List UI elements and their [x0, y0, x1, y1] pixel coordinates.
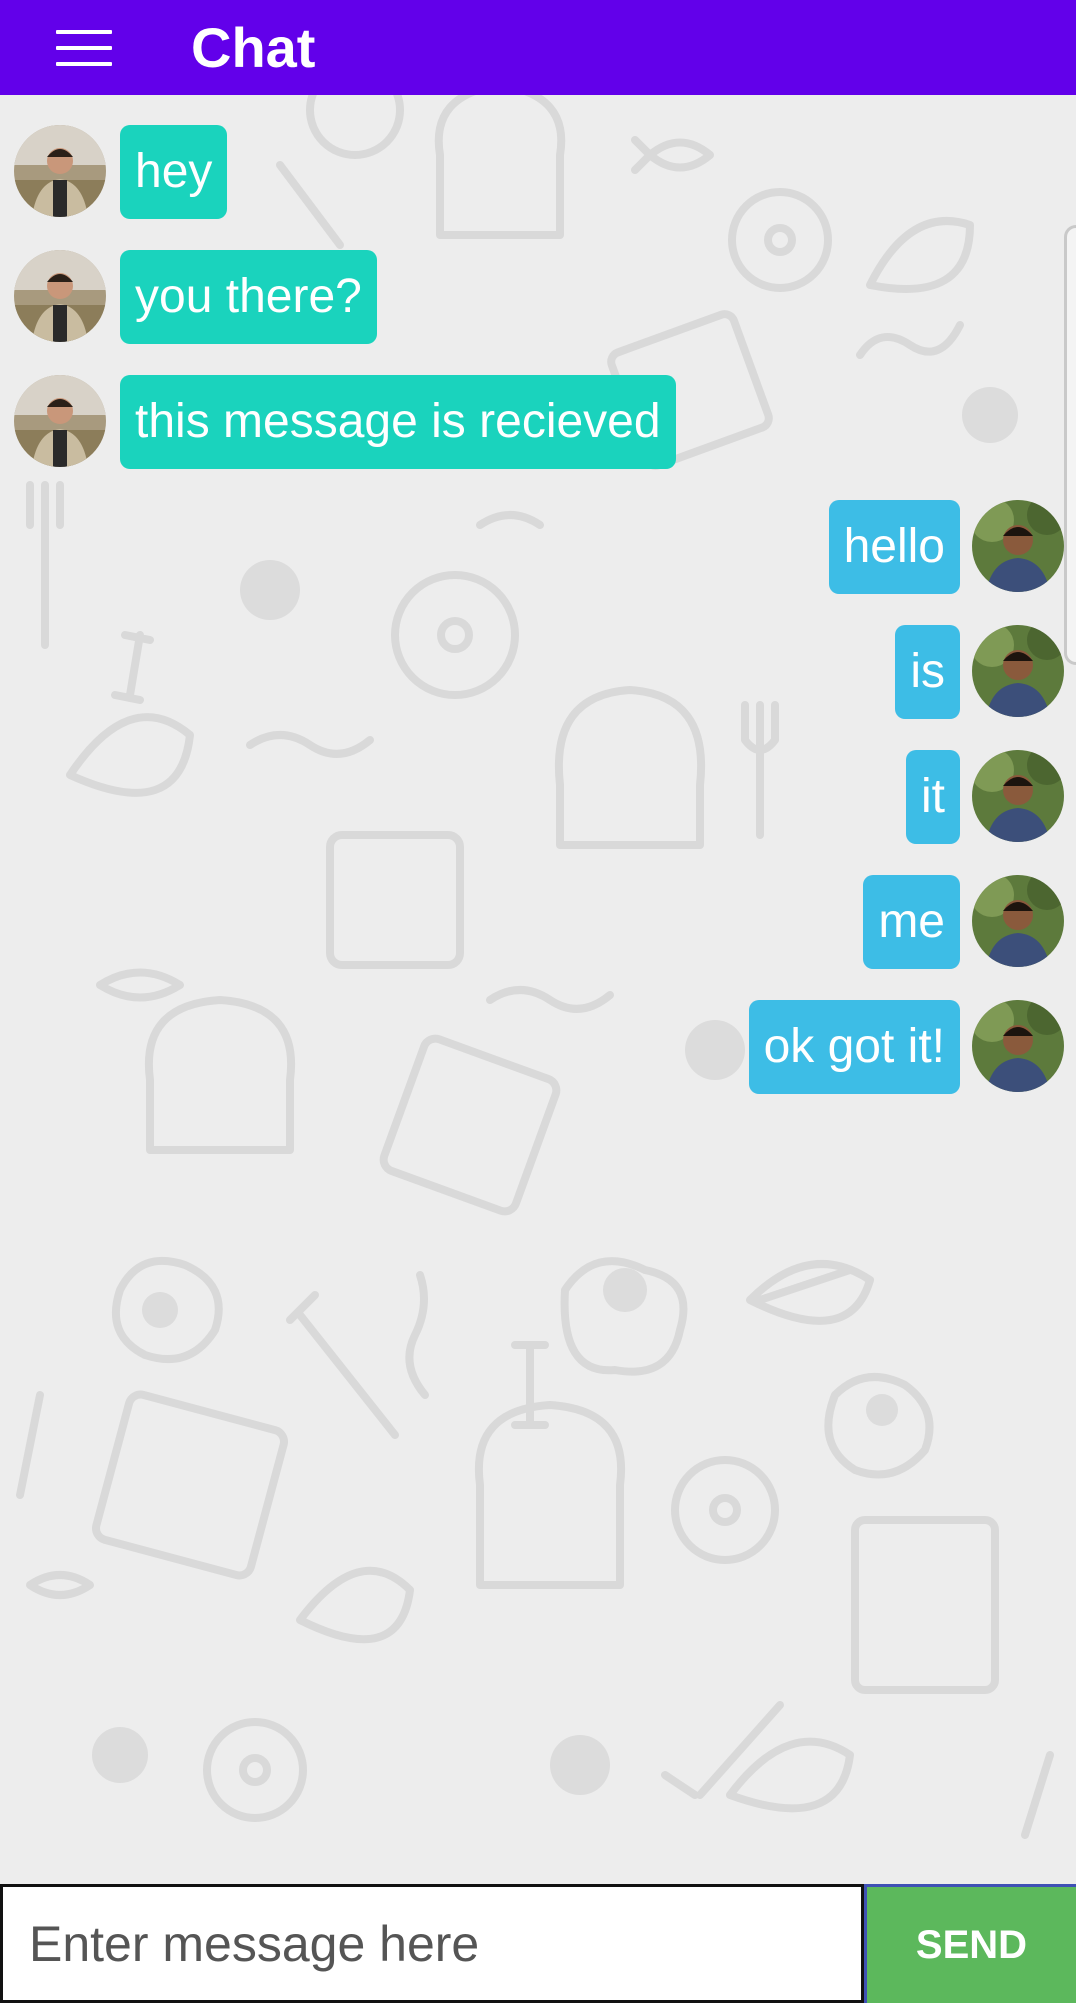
outgoing-message-bubble[interactable]: me — [863, 875, 960, 969]
message-row: hello — [0, 500, 1076, 594]
page-title: Chat — [191, 16, 316, 79]
message-row: it — [0, 750, 1076, 844]
user-avatar[interactable] — [972, 625, 1064, 717]
message-input[interactable] — [0, 1884, 864, 2003]
incoming-message-bubble[interactable]: this message is recieved — [120, 375, 676, 469]
hamburger-menu-icon[interactable] — [56, 30, 112, 66]
chat-message-list[interactable]: hey you there? this message is recieved … — [0, 95, 1076, 1884]
message-row: me — [0, 875, 1076, 969]
user-avatar[interactable] — [972, 1000, 1064, 1092]
incoming-message-bubble[interactable]: hey — [120, 125, 228, 219]
sender-avatar[interactable] — [14, 125, 106, 217]
message-row: hey — [0, 125, 1076, 219]
user-avatar[interactable] — [972, 750, 1064, 842]
sender-avatar[interactable] — [14, 375, 106, 467]
user-avatar[interactable] — [972, 875, 1064, 967]
outgoing-message-bubble[interactable]: it — [906, 750, 960, 844]
message-row: is — [0, 625, 1076, 719]
outgoing-message-bubble[interactable]: is — [895, 625, 960, 719]
user-avatar[interactable] — [972, 500, 1064, 592]
outgoing-message-bubble[interactable]: ok got it! — [748, 1000, 960, 1094]
message-row: ok got it! — [0, 1000, 1076, 1094]
doodle-background — [16, 95, 1054, 1839]
app-bar: Chat — [0, 0, 1076, 95]
sender-avatar[interactable] — [14, 250, 106, 342]
incoming-message-bubble[interactable]: you there? — [120, 250, 377, 344]
outgoing-message-bubble[interactable]: hello — [828, 500, 960, 594]
message-row: you there? — [0, 250, 1076, 344]
message-composer: SEND — [0, 1884, 1076, 2003]
send-button[interactable]: SEND — [864, 1884, 1076, 2003]
message-row: this message is recieved — [0, 375, 1076, 469]
